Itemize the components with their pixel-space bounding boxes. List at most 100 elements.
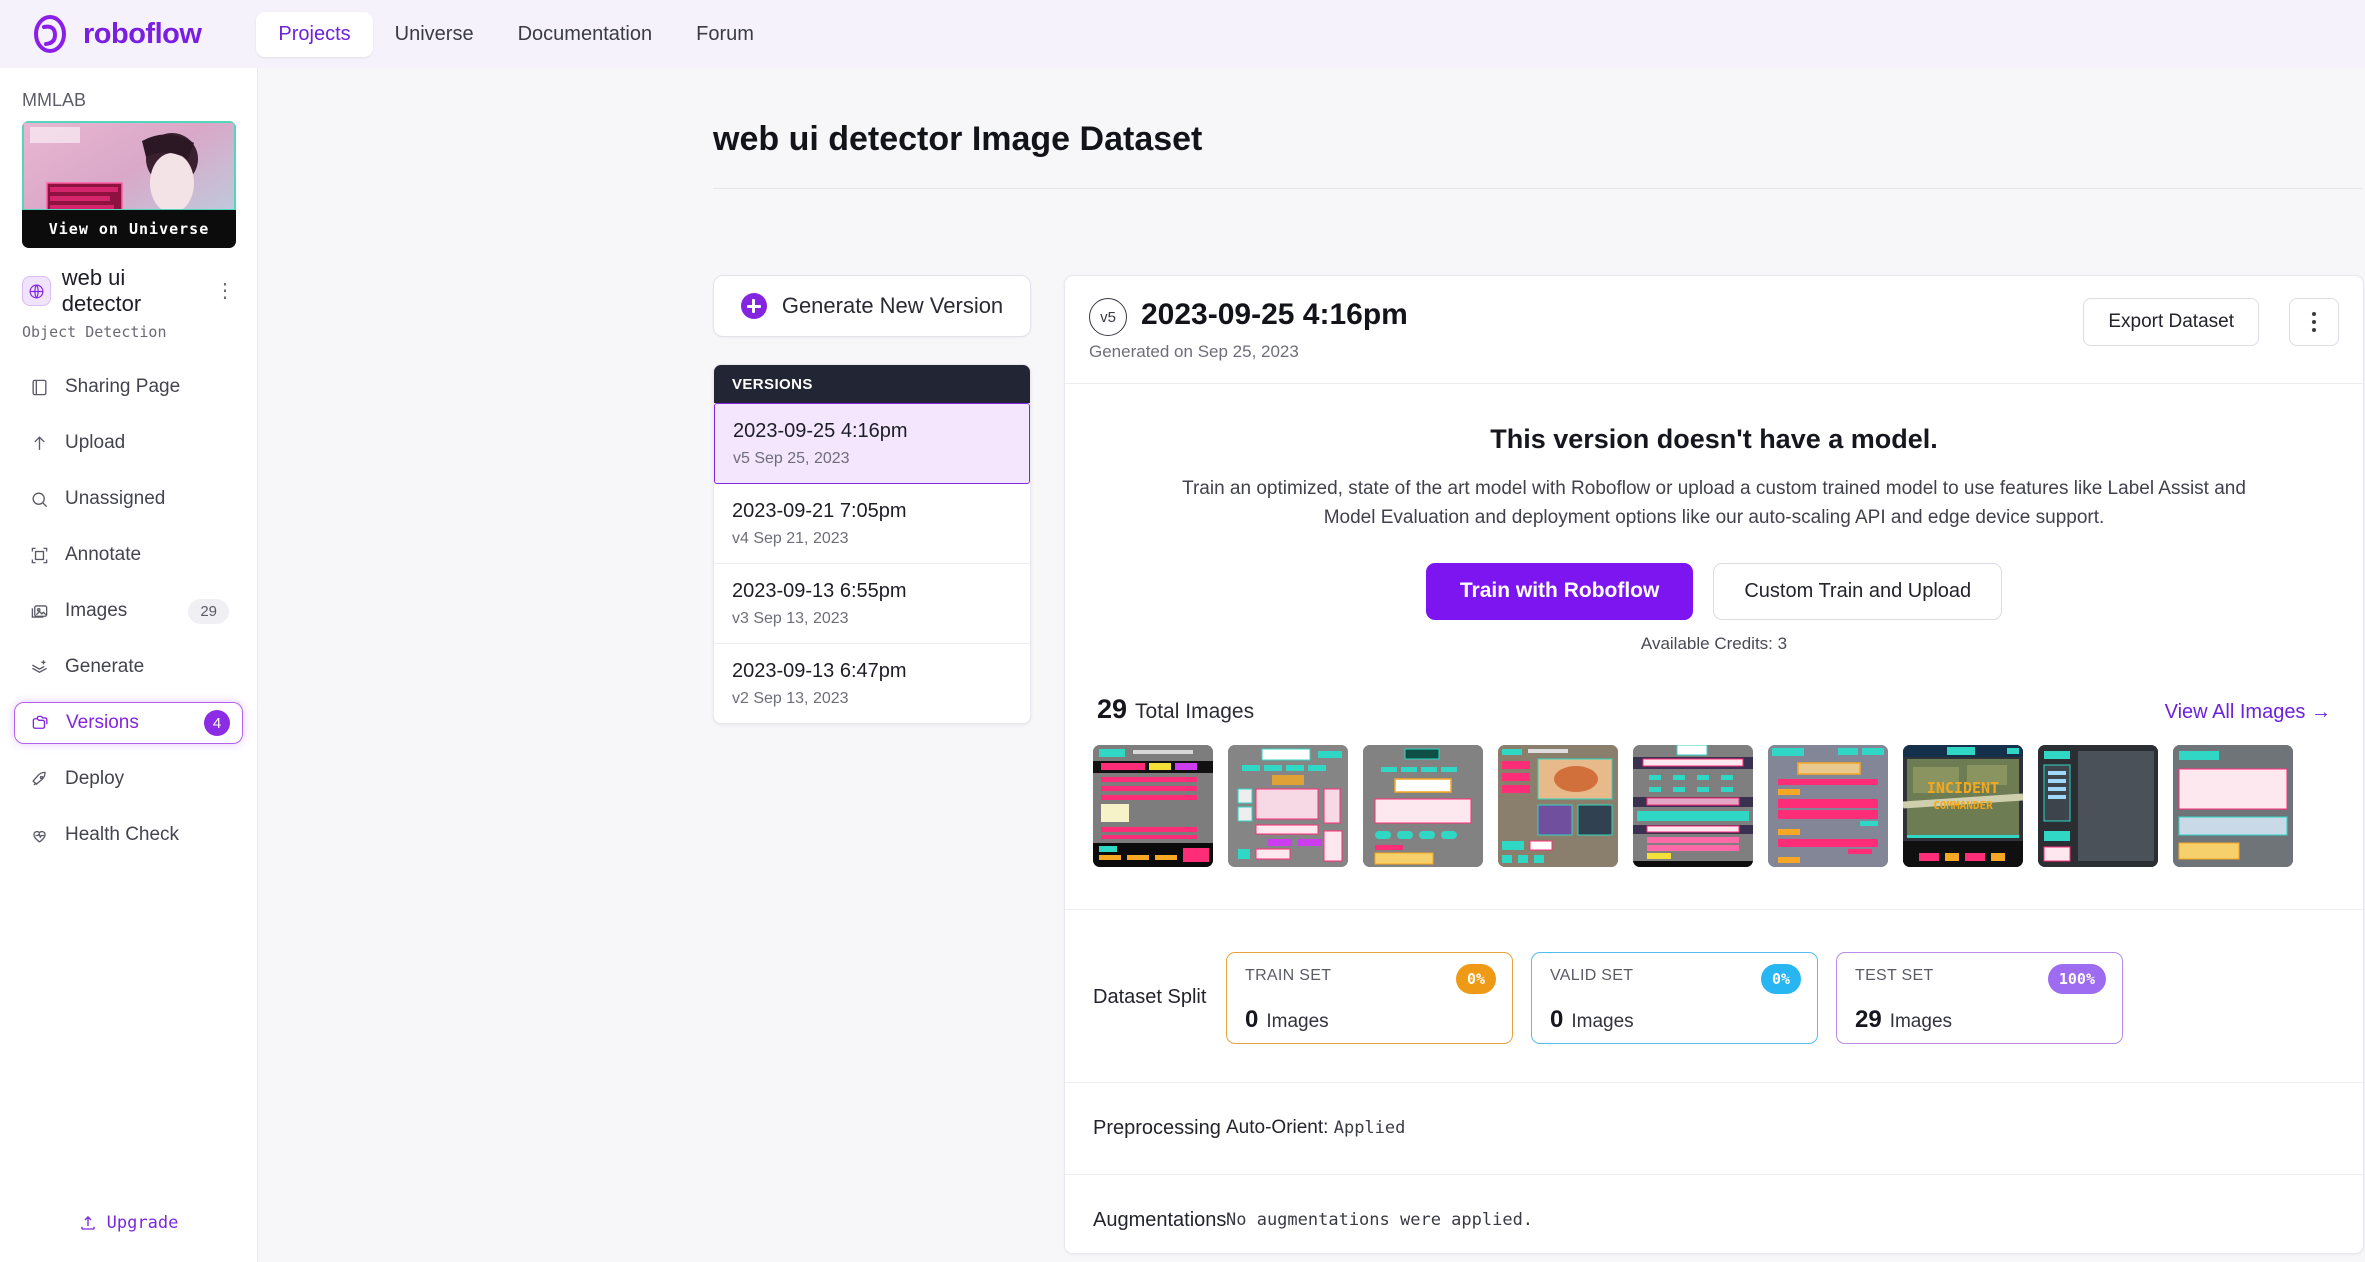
nav-item-projects[interactable]: Projects bbox=[256, 11, 373, 57]
images-count-badge: 29 bbox=[188, 598, 229, 624]
dataset-split-section: Dataset Split TRAIN SET 0% 0 Images VALID… bbox=[1065, 908, 2363, 1044]
version-list-item-v3[interactable]: 2023-09-13 6:55pm v3 Sep 13, 2023 bbox=[714, 564, 1030, 644]
sidebar-item-unassigned[interactable]: Unassigned bbox=[14, 478, 243, 520]
preprocessing-value: Auto-Orient: Applied bbox=[1226, 1117, 1405, 1139]
custom-train-and-upload-button[interactable]: Custom Train and Upload bbox=[1713, 562, 2003, 620]
versions-panel: VERSIONS 2023-09-25 4:16pm v5 Sep 25, 20… bbox=[713, 364, 1031, 724]
upgrade-upload-icon bbox=[80, 1216, 95, 1230]
image-thumbnail[interactable]: INCIDENT COMMANDER bbox=[1903, 744, 2023, 867]
train-set-unit: Images bbox=[1266, 1010, 1329, 1032]
version-sub: v4 Sep 21, 2023 bbox=[732, 530, 849, 547]
upload-arrow-icon bbox=[28, 432, 50, 454]
image-thumbnail[interactable] bbox=[1498, 744, 1618, 867]
sidebar: MMLAB View on Universe web ui detector ⋮… bbox=[0, 68, 258, 1262]
version-list-item-v2[interactable]: 2023-09-13 6:47pm v2 Sep 13, 2023 bbox=[714, 644, 1030, 723]
image-thumbnail[interactable] bbox=[2038, 744, 2158, 867]
image-thumbnail[interactable] bbox=[1228, 744, 1348, 867]
nav-item-forum[interactable]: Forum bbox=[674, 12, 776, 57]
project-menu-icon[interactable]: ⋮ bbox=[215, 281, 235, 301]
generate-new-version-label: Generate New Version bbox=[781, 293, 1004, 318]
version-sub: v3 Sep 13, 2023 bbox=[732, 610, 849, 627]
available-credits: Available Credits: 3 bbox=[1640, 633, 1788, 653]
view-all-images-label: View All Images bbox=[2164, 700, 2306, 723]
image-thumbnail-strip[interactable]: INCIDENT COMMANDER bbox=[1093, 744, 2335, 867]
upgrade-button[interactable]: Upgrade bbox=[0, 1184, 257, 1262]
brand-name: roboflow bbox=[83, 17, 202, 50]
version-generated-on: Generated on Sep 25, 2023 bbox=[1089, 342, 1299, 361]
augmentations-label: Augmentations bbox=[1093, 1208, 1227, 1231]
dataset-split-cards: TRAIN SET 0% 0 Images VALID SET 0% 0 Image… bbox=[1226, 951, 2123, 1044]
sidebar-item-health-check[interactable]: Health Check bbox=[14, 814, 243, 856]
upgrade-label: Upgrade bbox=[106, 1213, 179, 1233]
test-set-count: 29 Images bbox=[1855, 1006, 2104, 1034]
versions-panel-header: VERSIONS bbox=[714, 365, 1030, 403]
version-name: 2023-09-13 6:55pm bbox=[732, 580, 907, 602]
test-set-card[interactable]: TEST SET 100% 29 Images bbox=[1836, 951, 2123, 1044]
preprocessing-applied-value: Applied bbox=[1333, 1118, 1406, 1139]
version-options-button[interactable] bbox=[2289, 298, 2339, 346]
version-sub: v2 Sep 13, 2023 bbox=[732, 690, 849, 707]
version-list-item-v4[interactable]: 2023-09-21 7:05pm v4 Sep 21, 2023 bbox=[714, 484, 1030, 564]
view-on-universe-overlay[interactable]: View on Universe bbox=[22, 210, 236, 248]
roboflow-mark-icon bbox=[34, 15, 66, 53]
version-badge: v5 bbox=[1089, 298, 1127, 336]
model-empty-state: This version doesn't have a model. Train… bbox=[1065, 384, 2363, 654]
sidebar-item-generate[interactable]: Generate bbox=[14, 646, 243, 688]
train-with-roboflow-button[interactable]: Train with Roboflow bbox=[1425, 562, 1694, 620]
total-images-count: 29 Total Images bbox=[1097, 694, 1254, 725]
model-action-buttons: Train with Roboflow Custom Train and Upl… bbox=[1155, 562, 2273, 620]
nav-item-universe[interactable]: Universe bbox=[373, 12, 496, 57]
svg-text:INCIDENT: INCIDENT bbox=[1927, 779, 1999, 797]
nav-item-documentation[interactable]: Documentation bbox=[496, 12, 675, 57]
valid-set-percent-badge: 0% bbox=[1760, 963, 1801, 994]
augmentations-row: Augmentations No augmentations were appl… bbox=[1065, 1173, 2363, 1262]
image-thumbnail[interactable] bbox=[1633, 744, 1753, 867]
page-title: web ui detector Image Dataset bbox=[713, 120, 1203, 158]
sidebar-item-versions[interactable]: Versions 4 bbox=[14, 702, 243, 744]
train-set-card[interactable]: TRAIN SET 0% 0 Images bbox=[1226, 951, 1513, 1044]
version-list-item-v5[interactable]: 2023-09-25 4:16pm v5 Sep 25, 2023 bbox=[714, 403, 1030, 484]
image-thumbnail[interactable] bbox=[2173, 744, 2293, 867]
sidebar-label: Sharing Page bbox=[65, 376, 181, 397]
image-thumbnail[interactable] bbox=[1093, 744, 1213, 867]
project-thumbnail[interactable]: View on Universe bbox=[22, 121, 236, 248]
image-thumbnail[interactable] bbox=[1768, 744, 1888, 867]
versions-header-label: VERSIONS bbox=[732, 375, 813, 393]
sidebar-item-deploy[interactable]: Deploy bbox=[14, 758, 243, 800]
sidebar-item-annotate[interactable]: Annotate bbox=[14, 534, 243, 576]
images-icon bbox=[28, 600, 50, 622]
total-images-number: 29 bbox=[1097, 693, 1128, 724]
title-divider bbox=[713, 188, 2363, 189]
image-thumbnail[interactable] bbox=[1363, 744, 1483, 867]
augmentations-value: No augmentations were applied. bbox=[1226, 1210, 1534, 1231]
dataset-split-label: Dataset Split bbox=[1093, 986, 1207, 1009]
valid-set-count: 0 Images bbox=[1550, 1006, 1799, 1034]
model-heading: This version doesn't have a model. bbox=[1490, 424, 1938, 454]
version-name: 2023-09-21 7:05pm bbox=[732, 500, 907, 522]
workspace-name: MMLAB bbox=[22, 90, 87, 110]
valid-set-unit: Images bbox=[1571, 1010, 1634, 1032]
preprocessing-key: Auto-Orient: bbox=[1226, 1117, 1329, 1139]
version-card-header: v5 2023-09-25 4:16pm Generated on Sep 25… bbox=[1065, 276, 2363, 384]
version-name: 2023-09-13 6:47pm bbox=[732, 660, 907, 682]
images-section: 29 Total Images View All Images → INCIDE… bbox=[1065, 654, 2363, 867]
roboflow-logo[interactable]: roboflow bbox=[30, 14, 202, 54]
rocket-icon bbox=[28, 768, 50, 790]
view-all-images-link[interactable]: View All Images → bbox=[2165, 701, 2331, 724]
sidebar-item-upload[interactable]: Upload bbox=[14, 422, 243, 464]
export-dataset-button[interactable]: Export Dataset bbox=[2083, 298, 2259, 346]
layers-plus-icon bbox=[28, 656, 50, 678]
train-set-count: 0 Images bbox=[1245, 1006, 1494, 1034]
model-description: Train an optimized, state of the art mod… bbox=[1182, 478, 2246, 528]
train-set-percent-badge: 0% bbox=[1455, 963, 1496, 994]
sidebar-item-images[interactable]: Images 29 bbox=[14, 590, 243, 632]
folders-icon bbox=[29, 712, 51, 734]
generate-new-version-button[interactable]: Generate New Version bbox=[713, 275, 1031, 337]
sidebar-label: Unassigned bbox=[65, 488, 166, 509]
versions-count-badge: 4 bbox=[204, 710, 230, 736]
project-type: Object Detection bbox=[22, 323, 167, 341]
globe-icon bbox=[22, 276, 51, 306]
sidebar-item-sharing-page[interactable]: Sharing Page bbox=[14, 366, 243, 408]
search-icon bbox=[28, 488, 50, 510]
valid-set-card[interactable]: VALID SET 0% 0 Images bbox=[1531, 951, 1818, 1044]
